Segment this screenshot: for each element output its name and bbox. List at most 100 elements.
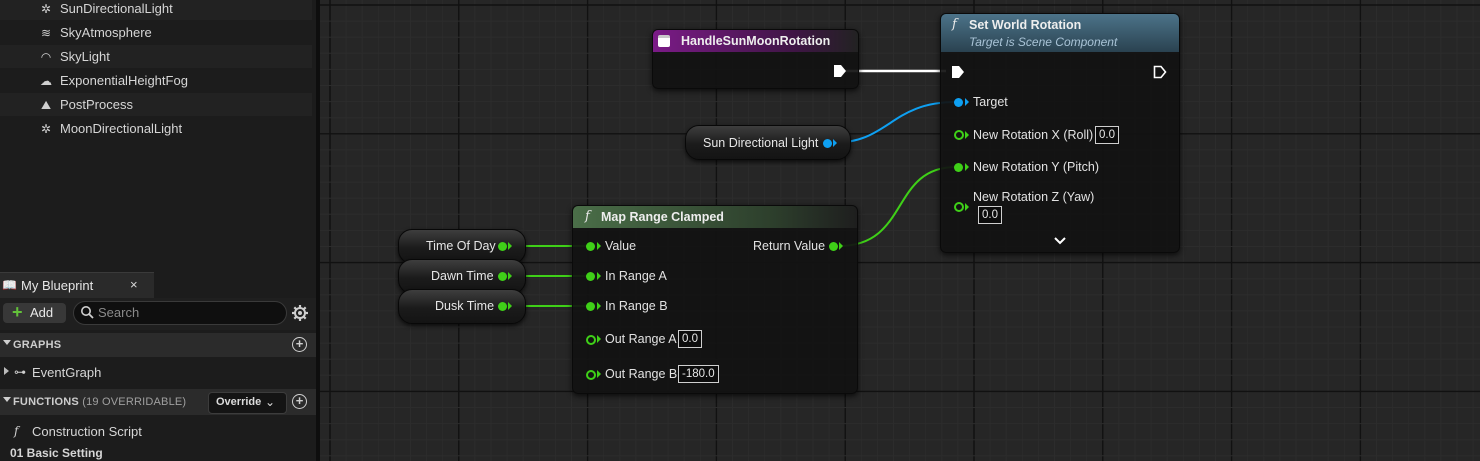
in-range-a-pin[interactable] xyxy=(586,272,595,281)
pin-label-rotation-x: New Rotation X (Roll) xyxy=(973,128,1094,142)
tab-my-blueprint[interactable]: 📖 My Blueprint × xyxy=(0,272,154,299)
component-row-moon-directional-light[interactable]: ✲ MoonDirectionalLight xyxy=(0,117,312,140)
add-button[interactable]: + Add xyxy=(3,302,66,323)
event-icon xyxy=(658,35,670,47)
variable-label: Sun Directional Light xyxy=(703,136,819,150)
pin-arrow-icon xyxy=(597,335,601,343)
pin-arrow-icon xyxy=(597,370,601,378)
node-map-range-clamped[interactable]: f Map Range Clamped Value Return Value I… xyxy=(572,205,858,394)
component-label: MoonDirectionalLight xyxy=(60,121,183,136)
pin-label-return-value: Return Value xyxy=(753,239,826,253)
out-range-b-pin[interactable] xyxy=(586,370,596,380)
graph-icon: ⊶ xyxy=(14,365,26,379)
float-out-pin[interactable] xyxy=(498,302,507,311)
pin-label-out-range-b: Out Range B xyxy=(605,367,678,381)
target-pin[interactable] xyxy=(954,98,963,107)
pin-arrow-icon xyxy=(597,242,601,250)
add-label: Add xyxy=(30,305,54,320)
pin-label-rotation-z: New Rotation Z (Yaw) xyxy=(973,190,1095,204)
pin-arrow-icon xyxy=(965,203,969,211)
component-row-sun-directional-light[interactable]: ✲ SunDirectionalLight xyxy=(0,0,312,20)
component-label: PostProcess xyxy=(60,97,133,112)
add-graph-button[interactable]: + xyxy=(292,337,307,352)
chevron-down-icon[interactable] xyxy=(1054,237,1066,245)
search-input[interactable] xyxy=(98,304,278,320)
post-process-icon: ⛰ xyxy=(40,97,52,112)
gear-icon[interactable] xyxy=(291,304,309,322)
return-value-pin[interactable] xyxy=(829,242,838,251)
pin-label-in-range-a: In Range A xyxy=(605,269,667,283)
node-set-world-rotation[interactable]: f Set World Rotation Target is Scene Com… xyxy=(940,13,1180,253)
component-label: SkyAtmosphere xyxy=(60,25,152,40)
rotation-y-pin[interactable] xyxy=(954,163,963,172)
function-icon: f xyxy=(585,209,590,224)
component-row-exponential-height-fog[interactable]: ☁ ExponentialHeightFog xyxy=(0,69,312,92)
pin-arrow-icon xyxy=(508,242,512,250)
node-title: HandleSunMoonRotation xyxy=(681,34,831,48)
node-title: Map Range Clamped xyxy=(601,210,724,224)
function-icon: f xyxy=(14,424,19,438)
out-range-a-value-input[interactable]: 0.0 xyxy=(678,330,702,348)
directional-light-icon: ✲ xyxy=(40,1,52,16)
component-label: SunDirectionalLight xyxy=(60,1,173,16)
collapse-arrow-icon xyxy=(3,340,11,345)
add-function-button[interactable]: + xyxy=(292,394,307,409)
variable-label: Dusk Time xyxy=(435,299,495,313)
plus-icon: + xyxy=(12,302,23,322)
left-panel: ✲ SunDirectionalLight ≋ SkyAtmosphere ◠ … xyxy=(0,0,316,461)
close-icon[interactable]: × xyxy=(130,277,138,292)
directional-light-icon: ✲ xyxy=(40,121,52,136)
node-dusk-time-variable[interactable]: Dusk Time xyxy=(398,289,526,324)
pin-arrow-icon xyxy=(597,302,601,310)
sky-atmosphere-icon: ≋ xyxy=(40,25,52,40)
search-box[interactable] xyxy=(73,301,287,325)
section-sub-label: (19 OVERRIDABLE) xyxy=(82,396,187,408)
node-sun-directional-light-variable[interactable]: Sun Directional Light xyxy=(685,125,851,160)
out-range-b-value-input[interactable]: -180.0 xyxy=(678,365,719,383)
tree-label: EventGraph xyxy=(32,365,102,380)
function-icon: f xyxy=(952,17,957,32)
pin-label-target: Target xyxy=(973,95,1008,109)
fog-icon: ☁ xyxy=(40,73,52,88)
override-dropdown[interactable]: Override ⌄ xyxy=(208,392,287,414)
tree-item-event-graph[interactable]: ⊶ EventGraph xyxy=(0,361,316,383)
value-pin[interactable] xyxy=(586,242,595,251)
rotation-x-pin[interactable] xyxy=(954,130,964,140)
component-row-sky-atmosphere[interactable]: ≋ SkyAtmosphere xyxy=(0,21,312,44)
pin-label-in-range-b: In Range B xyxy=(605,299,668,313)
tree-label: Construction Script xyxy=(32,424,142,439)
object-out-pin[interactable] xyxy=(823,139,832,148)
node-handle-sun-moon-rotation[interactable]: HandleSunMoonRotation xyxy=(652,29,859,89)
pin-label-out-range-a: Out Range A xyxy=(605,332,677,346)
float-out-pin[interactable] xyxy=(498,242,507,251)
pin-arrow-icon xyxy=(508,272,512,280)
tree-item-construction-script[interactable]: f Construction Script xyxy=(0,420,316,442)
sky-light-icon: ◠ xyxy=(40,49,52,64)
rotation-z-pin[interactable] xyxy=(954,202,964,212)
override-label: Override xyxy=(216,396,262,408)
exec-in-pin[interactable] xyxy=(951,65,965,79)
graph-canvas[interactable]: HandleSunMoonRotation f Set World Rotati… xyxy=(320,0,1480,461)
component-label: SkyLight xyxy=(60,49,110,64)
chevron-down-icon: ⌄ xyxy=(265,395,276,409)
pin-arrow-icon xyxy=(597,272,601,280)
variable-label: Time Of Day xyxy=(426,239,496,253)
in-range-b-pin[interactable] xyxy=(586,302,595,311)
section-label: FUNCTIONS (19 OVERRIDABLE) xyxy=(13,396,187,408)
pin-arrow-icon xyxy=(508,302,512,310)
rotation-z-value-input[interactable]: 0.0 xyxy=(978,206,1002,224)
pin-arrow-icon xyxy=(965,163,969,171)
section-graphs[interactable]: GRAPHS + xyxy=(0,333,316,357)
float-out-pin[interactable] xyxy=(498,272,507,281)
exec-out-pin[interactable] xyxy=(833,64,847,78)
rotation-x-value-input[interactable]: 0.0 xyxy=(1095,126,1119,144)
component-row-sky-light[interactable]: ◠ SkyLight xyxy=(0,45,312,68)
exec-out-pin[interactable] xyxy=(1153,65,1167,79)
tab-label: My Blueprint xyxy=(21,278,94,293)
pin-arrow-icon xyxy=(965,131,969,139)
pin-arrow-icon xyxy=(839,242,843,250)
component-row-post-process[interactable]: ⛰ PostProcess xyxy=(0,93,312,116)
pin-label-rotation-y: New Rotation Y (Pitch) xyxy=(973,160,1099,174)
category-basic-setting[interactable]: 01 Basic Setting xyxy=(10,446,103,460)
out-range-a-pin[interactable] xyxy=(586,335,596,345)
